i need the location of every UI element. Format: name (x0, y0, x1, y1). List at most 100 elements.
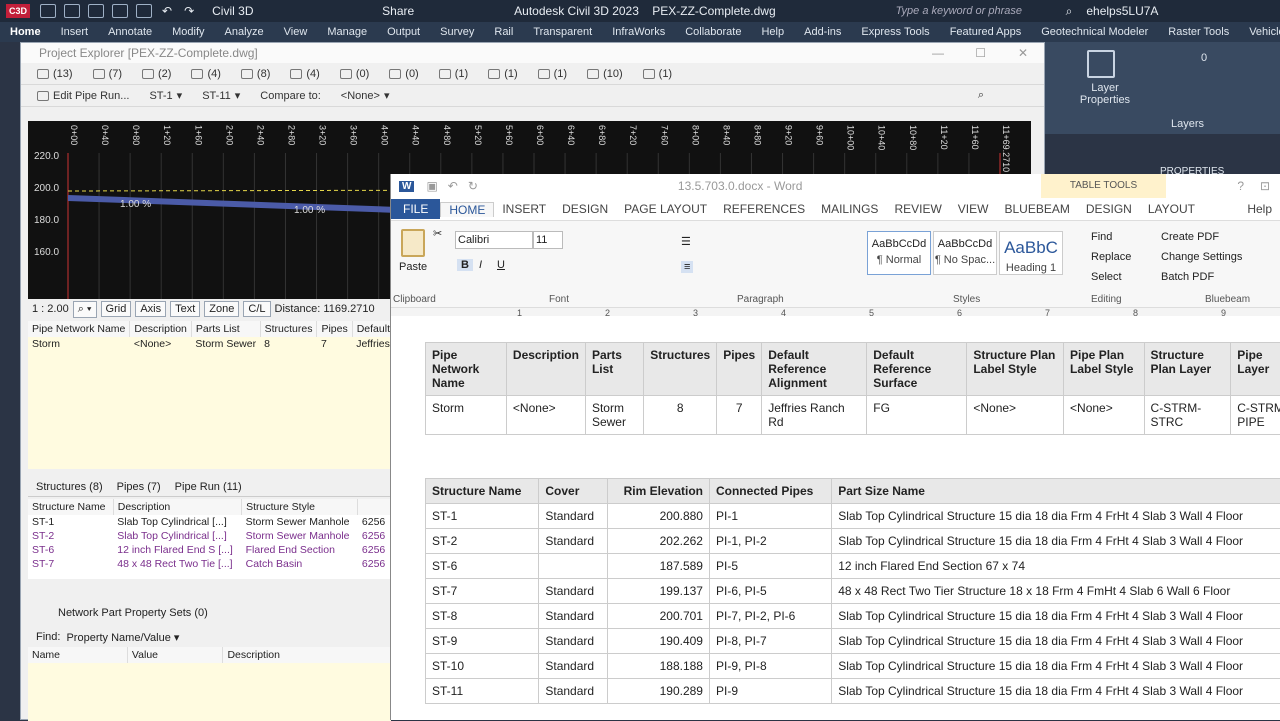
tab-pipe-run[interactable]: Pipe Run (11) (175, 481, 242, 493)
table-row[interactable]: ST-1Standard200.880PI-1Slab Top Cylindri… (426, 504, 1280, 529)
table-row[interactable]: ST-10Standard188.188PI-9, PI-8Slab Top C… (426, 654, 1280, 679)
tab-express-tools[interactable]: Express Tools (851, 26, 939, 38)
tab-transparent[interactable]: Transparent (523, 26, 602, 38)
tab-view[interactable]: View (274, 26, 318, 38)
word-tab-references[interactable]: REFERENCES (715, 202, 813, 216)
word-tab-review[interactable]: REVIEW (886, 202, 949, 216)
layers-panel-label[interactable]: Layers (1171, 118, 1204, 130)
column-header[interactable]: Default Ref (352, 321, 391, 337)
word-undo-icon[interactable]: ↶ (448, 179, 458, 193)
print-icon[interactable] (136, 4, 152, 18)
current-layer-value[interactable]: 0 (1201, 52, 1207, 64)
table-row[interactable]: ST-7Standard199.137PI-6, PI-548 x 48 Rec… (426, 579, 1280, 604)
tab-pipes[interactable]: Pipes (7) (117, 481, 161, 493)
object-type-button[interactable]: (1) (478, 68, 527, 80)
editing-find-button[interactable]: Find (1091, 227, 1131, 247)
tab-collaborate[interactable]: Collaborate (675, 26, 751, 38)
pipe-shape[interactable] (68, 195, 398, 213)
tab-geotechnical-modeler[interactable]: Geotechnical Modeler (1031, 26, 1158, 38)
style-normal[interactable]: AaBbCcDd¶ Normal (867, 231, 931, 275)
tab-infraworks[interactable]: InfraWorks (602, 26, 675, 38)
column-header[interactable]: Structures (260, 321, 317, 337)
tab-output[interactable]: Output (377, 26, 430, 38)
table-row[interactable]: ST-8Standard200.701PI-7, PI-2, PI-6Slab … (426, 604, 1280, 629)
user-name[interactable]: ehelps5LU7A (1086, 4, 1158, 18)
table-row[interactable]: ST-2Slab Top Cylindrical [...]Storm Sewe… (28, 529, 391, 543)
word-repeat-icon[interactable]: ↻ (468, 179, 478, 193)
table-row[interactable]: ST-9Standard190.409PI-8, PI-7Slab Top Cy… (426, 629, 1280, 654)
zoom-icon[interactable]: ⌕ ▾ (73, 301, 97, 318)
paste-icon[interactable] (401, 229, 425, 257)
maximize-button[interactable]: ☐ (975, 46, 986, 60)
object-type-button[interactable]: (4) (181, 68, 230, 80)
object-type-button[interactable]: (0) (330, 68, 379, 80)
object-type-button[interactable]: (0) (379, 68, 428, 80)
italic-button[interactable]: I (479, 259, 482, 271)
table-row[interactable]: Storm<None>Storm Sewer87Jeffries Ranch R… (426, 396, 1280, 435)
word-help-tab[interactable]: Help (1239, 202, 1280, 216)
tab-structures[interactable]: Structures (8) (36, 481, 103, 493)
bluebeam-batch-pdf-button[interactable]: Batch PDF (1161, 267, 1242, 287)
compare-to-select[interactable]: <None> ▾ (331, 89, 400, 102)
object-type-button[interactable]: (4) (280, 68, 329, 80)
word-tab-page-layout[interactable]: PAGE LAYOUT (616, 202, 715, 216)
cl-toggle[interactable]: C/L (243, 301, 270, 317)
close-button[interactable]: ✕ (1018, 46, 1028, 60)
bluebeam-change-settings-button[interactable]: Change Settings (1161, 247, 1242, 267)
edit-pipe-run-button[interactable]: Edit Pipe Run... (27, 90, 139, 102)
font-select[interactable]: Calibri (455, 231, 533, 249)
layer-properties-button[interactable]: Layer Properties (1075, 82, 1135, 106)
paste-button[interactable]: Paste (399, 261, 427, 273)
tab-home[interactable]: Home (0, 26, 51, 38)
save-as-icon[interactable] (112, 4, 128, 18)
end-structure-select[interactable]: ST-11 ▾ (192, 89, 250, 102)
size-select[interactable]: 11 (533, 231, 563, 249)
word-tab-view[interactable]: VIEW (950, 202, 997, 216)
save-icon[interactable] (88, 4, 104, 18)
table-row[interactable]: Storm<None>Storm Sewer87Jeffries Ran (28, 337, 391, 351)
tab-insert[interactable]: Insert (51, 26, 99, 38)
column-header[interactable]: Structure Name (28, 499, 113, 515)
new-icon[interactable] (40, 4, 56, 18)
axis-toggle[interactable]: Axis (135, 301, 166, 317)
search-icon[interactable]: ⌕ (1066, 4, 1073, 19)
word-tab-home[interactable]: HOME (440, 202, 494, 217)
column-header[interactable]: Description (223, 647, 391, 663)
column-header[interactable]: Pipes (317, 321, 352, 337)
word-tab-bluebeam[interactable]: BLUEBEAM (996, 202, 1077, 216)
table-row[interactable]: ST-6187.589PI-512 inch Flared End Sectio… (426, 554, 1280, 579)
table-row[interactable]: ST-1Slab Top Cylindrical [...]Storm Sewe… (28, 515, 391, 529)
zone-toggle[interactable]: Zone (204, 301, 239, 317)
pipe-network-table[interactable]: Pipe Network NameDescriptionParts ListSt… (425, 342, 1280, 435)
tab-raster-tools[interactable]: Raster Tools (1158, 26, 1239, 38)
layer-properties-icon[interactable] (1087, 50, 1115, 78)
column-header[interactable]: Structure Style (242, 499, 358, 515)
tab-featured-apps[interactable]: Featured Apps (940, 26, 1032, 38)
tab-vehicle-tracking[interactable]: Vehicle Tracking (1239, 26, 1280, 38)
word-tab-file[interactable]: FILE (391, 199, 440, 219)
word-ribbon-display-icon[interactable]: ⊡ (1260, 179, 1270, 193)
object-type-button[interactable]: (2) (132, 68, 181, 80)
bluebeam-create-pdf-button[interactable]: Create PDF (1161, 227, 1242, 247)
workspace-select[interactable]: Civil 3D (212, 4, 362, 18)
zoom-search-icon[interactable]: ⌕ (978, 89, 984, 102)
style-heading[interactable]: AaBbCHeading 1 (999, 231, 1063, 275)
search-input[interactable]: Type a keyword or phrase (896, 5, 1066, 17)
undo-icon[interactable]: ↶ (162, 4, 172, 18)
tab-survey[interactable]: Survey (430, 26, 484, 38)
share-button[interactable]: Share (382, 4, 414, 18)
redo-icon[interactable]: ↷ (184, 4, 194, 18)
word-tab-design[interactable]: DESIGN (554, 202, 616, 216)
table-row[interactable]: ST-612 inch Flared End S [...]Flared End… (28, 543, 391, 557)
column-header[interactable]: Parts List (191, 321, 260, 337)
text-toggle[interactable]: Text (170, 301, 200, 317)
object-type-button[interactable]: (10) (577, 68, 633, 80)
column-header[interactable]: Description (130, 321, 192, 337)
word-app-icon[interactable]: W (399, 181, 414, 192)
table-row[interactable]: ST-748 x 48 Rect Two Tie [...]Catch Basi… (28, 557, 391, 571)
cut-icon[interactable]: ✂ (433, 227, 442, 240)
document-page[interactable]: Pipe Network NameDescriptionParts ListSt… (391, 316, 1280, 720)
object-type-button[interactable]: (7) (83, 68, 132, 80)
object-type-button[interactable]: (13) (27, 68, 83, 80)
align-left-icon[interactable]: ≡ (681, 261, 693, 273)
